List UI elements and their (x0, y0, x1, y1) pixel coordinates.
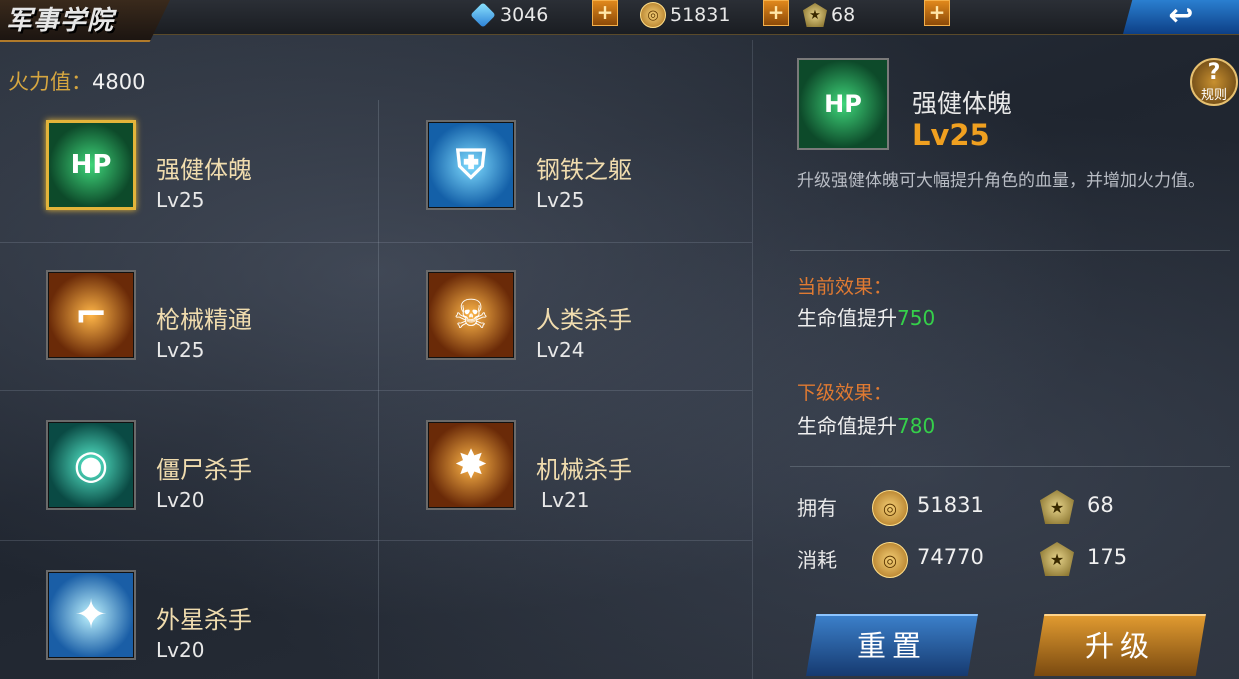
page-title-plate: 军事学院 (0, 0, 170, 42)
grid-divider (0, 242, 752, 243)
page-title: 军事学院 (6, 6, 115, 36)
skill-card-strong-body[interactable]: HP 强健体魄 Lv25 (46, 120, 406, 220)
own-coins-value: 51831 (917, 493, 984, 517)
detail-skill-level: Lv25 (912, 118, 990, 152)
skill-icon-text: HP (70, 150, 112, 180)
add-coins-button[interactable]: + (763, 0, 789, 26)
skill-name: 外星杀手 (156, 606, 252, 634)
skill-card-gun-mastery[interactable]: ⌐ 枪械精通 Lv25 (46, 270, 406, 370)
soldier-helmet-icon: ◉ (46, 420, 136, 510)
divider (790, 466, 1230, 467)
skill-level: Lv25 (536, 188, 585, 212)
top-bar: 军事学院 3046 + ◎ 51831 + ★ 68 + ↩ (0, 0, 1239, 42)
rules-label: 规则 (1200, 88, 1227, 103)
cost-medals-value: 175 (1087, 545, 1128, 569)
skill-level: Lv25 (156, 338, 205, 362)
back-button[interactable]: ↩ (1123, 0, 1239, 34)
medal-icon: ★ (803, 3, 827, 27)
add-gems-button[interactable]: + (592, 0, 618, 26)
skill-description: 升级强健体魄可大幅提升角色的血量，并增加火力值。 (797, 171, 1205, 191)
own-label: 拥有 (797, 496, 837, 520)
skill-name: 人类杀手 (536, 306, 632, 334)
skill-name: 僵尸杀手 (156, 456, 252, 484)
current-effect-desc: 生命值提升 (797, 306, 897, 330)
medal-icon: ★ (1040, 542, 1074, 576)
coin-counter: ◎ 51831 (640, 2, 730, 28)
skill-card-steel-body[interactable]: ⛨ 钢铁之躯 Lv25 (426, 120, 786, 220)
grid-divider (0, 540, 752, 541)
divider (790, 250, 1230, 251)
coin-amount: 51831 (670, 4, 731, 26)
skill-level: Lv21 (541, 488, 590, 512)
gem-icon (470, 2, 496, 28)
skill-name: 强健体魄 (156, 156, 252, 184)
gem-amount: 3046 (500, 4, 549, 26)
armor-body-icon: ⛨ (426, 120, 516, 210)
coin-icon: ◎ (872, 490, 908, 526)
skull-target-icon: ☠ (426, 270, 516, 360)
alien-laser-icon: ✦ (46, 570, 136, 660)
coin-icon: ◎ (872, 542, 908, 578)
next-effect-label: 下级效果： (797, 382, 893, 404)
add-medals-button[interactable]: + (924, 0, 950, 26)
cost-coins-value: 74770 (917, 545, 984, 569)
upgrade-button[interactable]: 升级 (1034, 614, 1206, 676)
firepower-display: 火力值：4800 (8, 66, 145, 96)
medal-amount: 68 (831, 4, 856, 26)
current-effect-text: 生命值提升750 (797, 302, 935, 331)
skill-card-human-killer[interactable]: ☠ 人类杀手 Lv24 (426, 270, 786, 370)
reset-button[interactable]: 重置 (806, 614, 978, 676)
skill-name: 枪械精通 (156, 306, 252, 334)
gem-counter: 3046 (470, 2, 549, 28)
detail-skill-name: 强健体魄 (912, 89, 1013, 118)
next-effect-text: 生命值提升780 (797, 410, 935, 439)
question-icon: ? (1207, 60, 1221, 85)
skill-level: Lv20 (156, 488, 205, 512)
own-medals-value: 68 (1087, 493, 1114, 517)
skill-level: Lv25 (156, 188, 205, 212)
muscle-hp-icon: HP (46, 120, 136, 210)
coin-icon: ◎ (640, 2, 666, 28)
cost-label: 消耗 (797, 548, 837, 572)
skill-level: Lv20 (156, 638, 205, 662)
current-effect-value: 750 (897, 306, 936, 330)
skill-card-mech-killer[interactable]: ✸ 机械杀手 Lv21 (426, 420, 786, 520)
rifle-icon: ⌐ (46, 270, 136, 360)
next-effect-desc: 生命值提升 (797, 414, 897, 438)
skill-level: Lv24 (536, 338, 585, 362)
skill-card-alien-killer[interactable]: ✦ 外星杀手 Lv20 (46, 570, 406, 670)
skill-name: 机械杀手 (536, 456, 632, 484)
skill-card-zombie-killer[interactable]: ◉ 僵尸杀手 Lv20 (46, 420, 406, 520)
medal-counter: ★ 68 (803, 2, 855, 28)
grid-divider (0, 390, 752, 391)
current-effect-label: 当前效果： (797, 276, 893, 298)
rules-button[interactable]: ? 规则 (1190, 58, 1238, 106)
firepower-value: 4800 (92, 70, 146, 94)
next-effect-value: 780 (897, 414, 936, 438)
firepower-label: 火力值： (8, 70, 92, 94)
detail-icon-text: HP (824, 90, 862, 118)
mech-explosion-icon: ✸ (426, 420, 516, 510)
detail-muscle-hp-icon: HP (797, 58, 889, 150)
medal-icon: ★ (1040, 490, 1074, 524)
skill-name: 钢铁之躯 (536, 156, 632, 184)
back-arrow-icon: ↩ (1168, 0, 1194, 33)
